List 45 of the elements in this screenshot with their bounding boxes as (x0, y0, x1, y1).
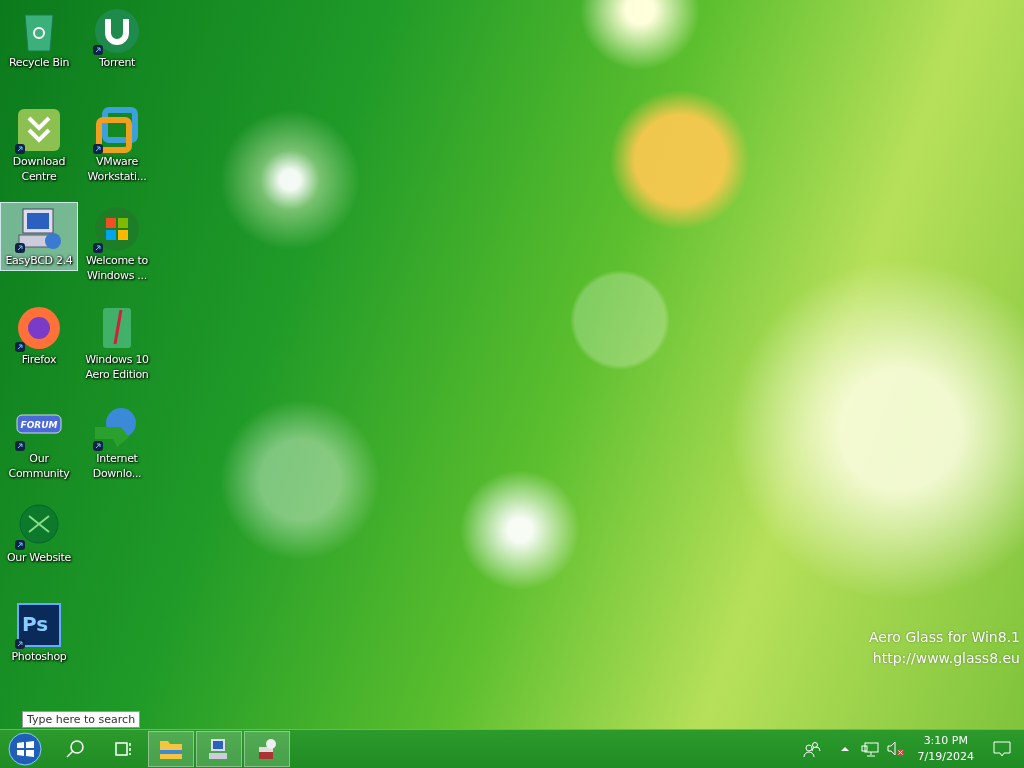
shortcut-label: Torrent (97, 55, 137, 70)
taskbar-app-button[interactable] (244, 731, 290, 767)
shortcut-label: Firefox (20, 352, 58, 367)
desktop-shortcut[interactable]: Download Centre (0, 103, 78, 187)
clock[interactable]: 3:10 PM 7/19/2024 (909, 733, 982, 765)
shortcut-label: Welcome to Windows ... (85, 253, 149, 283)
desktop-shortcut[interactable]: Welcome to Windows ... (78, 202, 156, 286)
desktop-shortcut[interactable]: Torrent (78, 4, 156, 73)
desktop-shortcut[interactable]: VMware Workstati... (78, 103, 156, 187)
shortcut-label: Photoshop (10, 649, 68, 664)
windows-orb-icon (8, 732, 42, 766)
shortcut-label: Our Website (5, 550, 73, 565)
taskbar-app-button[interactable] (196, 731, 242, 767)
desktop-shortcut[interactable]: Windows 10 Aero Edition (78, 301, 156, 385)
people-icon (802, 740, 821, 758)
search-tooltip: Type here to search (22, 711, 141, 728)
desktop-shortcut[interactable]: EasyBCD 2.4 (0, 202, 78, 271)
folder-icon (159, 738, 183, 760)
network-icon (860, 741, 879, 757)
torrent-logo-icon (93, 7, 141, 55)
shortcut-label: Download Centre (11, 154, 67, 184)
desktop-shortcut[interactable]: Firefox (0, 301, 78, 370)
desktop-shortcut[interactable]: Recycle Bin (0, 4, 78, 73)
vmware-logo-icon (93, 106, 141, 154)
shortcut-label: Windows 10 Aero Edition (84, 352, 150, 382)
aero-glass-caption: Aero Glass for Win8.1 (868, 628, 1020, 647)
task-view-icon (113, 739, 133, 759)
desktop-shortcut[interactable]: Ps Photoshop (0, 598, 78, 667)
shortcut-label: Our Community (7, 451, 71, 481)
shortcut-label: EasyBCD 2.4 (4, 253, 74, 268)
shortcut-label: Recycle Bin (7, 55, 71, 70)
desktop-shortcut[interactable]: Our Website (0, 499, 78, 568)
chevron-up-icon (839, 746, 850, 752)
desktop-shortcut[interactable]: Internet Downlo... (78, 400, 156, 484)
download-icon (15, 106, 63, 154)
shortcut-label: Internet Downlo... (91, 451, 143, 481)
search-icon (65, 739, 85, 759)
photoshop-logo-icon: Ps (15, 601, 63, 649)
firefox-logo-icon (15, 304, 63, 352)
notification-icon (993, 741, 1011, 757)
windows-logo-icon (93, 205, 141, 253)
website-caption: http://www.glass8.eu (871, 649, 1020, 668)
muted-speaker-icon (886, 741, 905, 757)
shortcut-label: VMware Workstati... (86, 154, 148, 184)
desktop-shortcut[interactable]: FORUM Our Community (0, 400, 78, 484)
